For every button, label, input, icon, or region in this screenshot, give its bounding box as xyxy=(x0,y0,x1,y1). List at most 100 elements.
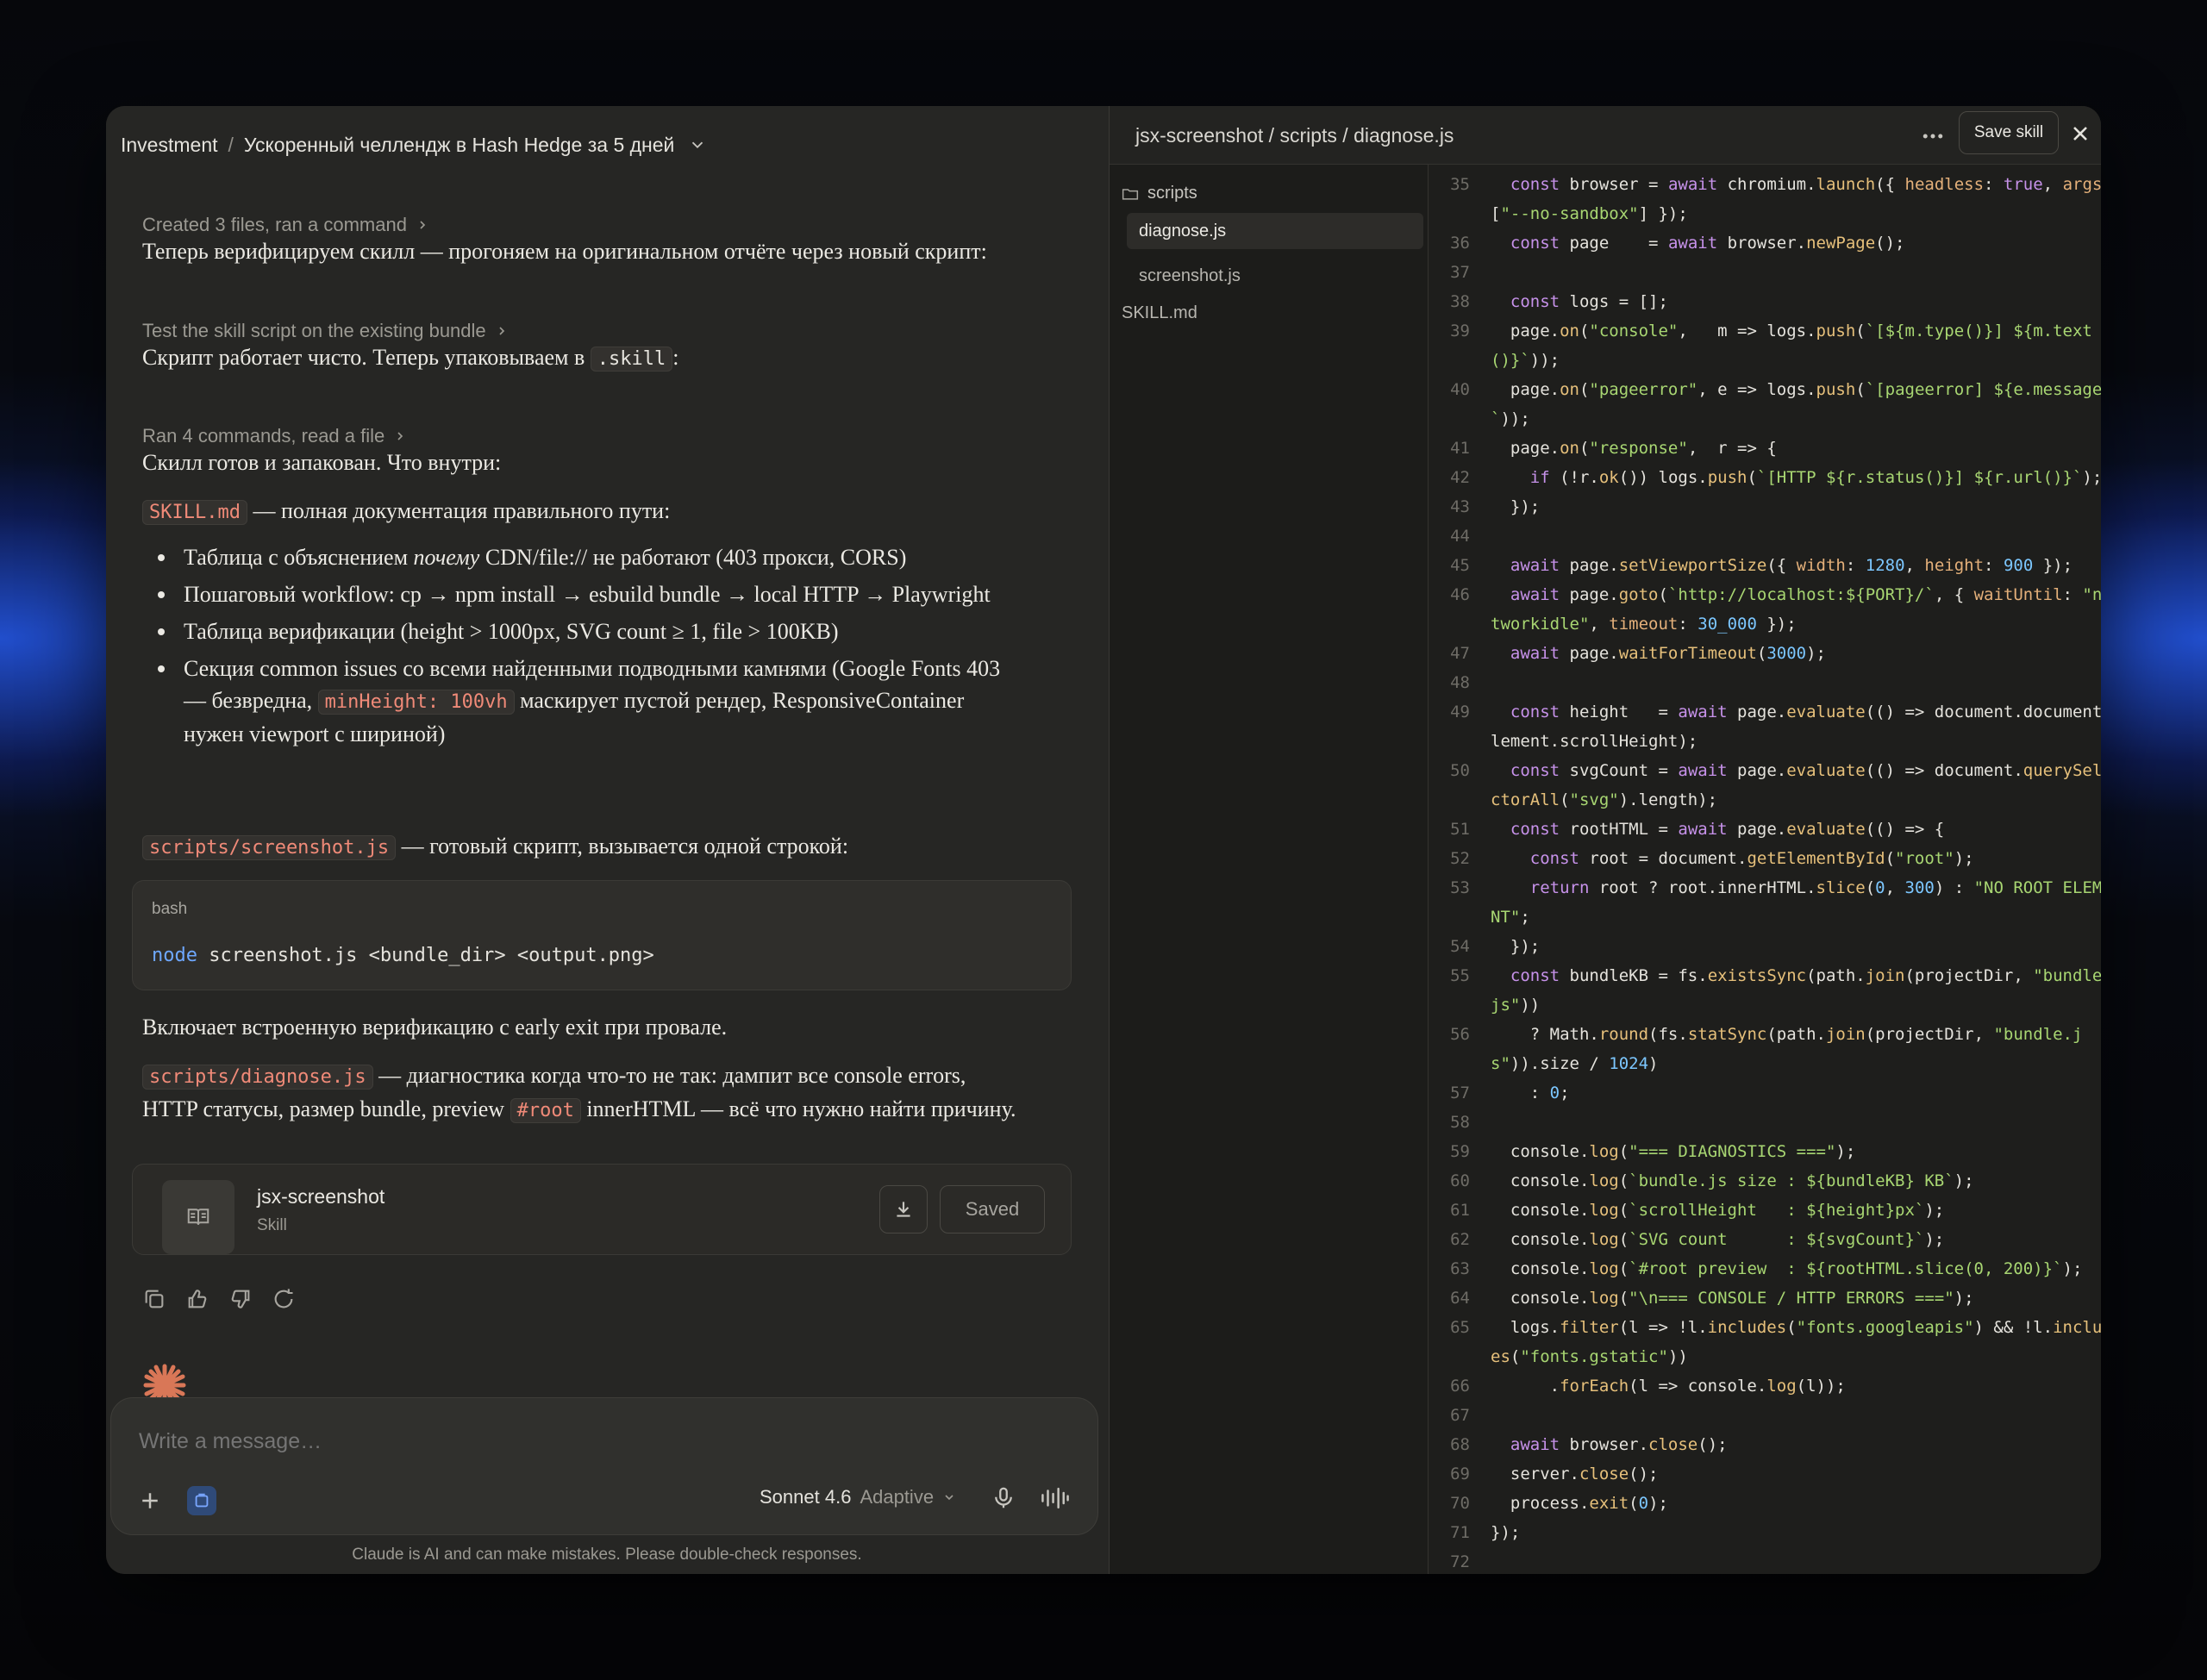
code-language: bash xyxy=(152,900,188,918)
code-text: console.log(`SVG count : ${svgCount}`); xyxy=(1491,1230,1945,1249)
thumbs-up-icon[interactable] xyxy=(185,1287,209,1311)
code-text: const rootHTML = await page.evaluate(() … xyxy=(1510,820,1945,839)
code-text: const browser = await chromium.launch({ … xyxy=(1510,175,2101,194)
mic-icon[interactable] xyxy=(991,1485,1016,1511)
code-line: 55 const bundleKB = fs.existsSync(path.j… xyxy=(1429,961,2101,990)
message-text: Скилл готов и запакован. Что внутри: xyxy=(142,450,502,475)
code-line: 53 return root ? root.innerHTML.slice(0,… xyxy=(1429,873,2101,902)
code-line: 35 const browser = await chromium.launch… xyxy=(1429,170,2101,199)
line-number: 46 xyxy=(1450,585,1470,604)
list-item-emphasis: почему xyxy=(413,545,480,570)
code-line: 36 const page = await browser.newPage(); xyxy=(1429,228,2101,258)
close-icon[interactable] xyxy=(2068,122,2092,146)
chevron-right-icon xyxy=(397,432,403,440)
chevron-down-icon[interactable] xyxy=(688,135,707,154)
file-tree: scripts diagnose.js screenshot.js SKILL.… xyxy=(1110,165,1429,1574)
code-text: ctorAll("svg").length); xyxy=(1491,790,1718,809)
download-button[interactable] xyxy=(879,1185,928,1233)
file-path: jsx-screenshot / scripts / diagnose.js xyxy=(1135,124,1454,147)
file-item-skill-md[interactable]: SKILL.md xyxy=(1122,303,1197,323)
code-editor[interactable]: 35 const browser = await chromium.launch… xyxy=(1429,165,2101,1574)
line-number: 64 xyxy=(1450,1289,1470,1308)
code-line: 68 await browser.close(); xyxy=(1429,1430,2101,1459)
project-button[interactable] xyxy=(187,1486,216,1515)
tool-step-2[interactable]: Test the skill script on the existing bu… xyxy=(142,320,509,342)
line-number: 50 xyxy=(1450,761,1470,780)
code-text: }); xyxy=(1491,497,1541,516)
code-line: 58 xyxy=(1429,1108,2101,1137)
file-viewer-pane: jsx-screenshot / scripts / diagnose.js S… xyxy=(1109,106,2101,1574)
folder-label: scripts xyxy=(1147,184,1197,203)
code-line: 45 await page.setViewportSize({ width: 1… xyxy=(1429,551,2101,580)
saved-button[interactable]: Saved xyxy=(940,1185,1045,1233)
code-line: 48 xyxy=(1429,668,2101,697)
retry-icon[interactable] xyxy=(272,1287,296,1311)
tool-step-3[interactable]: Ran 4 commands, read a file xyxy=(142,425,407,447)
code-text: await page.goto(`http://localhost:${PORT… xyxy=(1510,585,2101,604)
tool-step-1[interactable]: Created 3 files, ran a command xyxy=(142,214,429,236)
line-number: 39 xyxy=(1450,322,1470,340)
code-text: await page.setViewportSize({ width: 1280… xyxy=(1510,556,2073,575)
model-mode: Adaptive xyxy=(860,1486,935,1508)
plus-icon[interactable] xyxy=(137,1488,163,1514)
message-segment: — готовый скрипт, вызывается одной строк… xyxy=(396,834,849,859)
code-line: 67 xyxy=(1429,1401,2101,1430)
code-line: 52 const root = document.getElementById(… xyxy=(1429,844,2101,873)
code-text: tworkidle", timeout: 30_000 }); xyxy=(1491,615,1797,634)
code-text: const svgCount = await page.evaluate(() … xyxy=(1510,761,2101,780)
model-selector[interactable]: Sonnet 4.6 Adaptive xyxy=(760,1486,956,1508)
app-window: Investment / Ускоренный челлендж в Hash … xyxy=(106,106,2101,1574)
code-command: node screenshot.js <bundle_dir> <output.… xyxy=(152,945,654,966)
code-text: s")).size / 1024) xyxy=(1491,1054,1659,1073)
folder-scripts[interactable]: scripts xyxy=(1122,184,1197,203)
thumbs-down-icon[interactable] xyxy=(228,1287,253,1311)
line-number: 63 xyxy=(1450,1259,1470,1278)
line-number: 51 xyxy=(1450,820,1470,839)
line-number: 57 xyxy=(1450,1084,1470,1102)
code-text: await page.waitForTimeout(3000); xyxy=(1510,644,1826,663)
line-number: 55 xyxy=(1450,966,1470,985)
conversation-title[interactable]: Ускоренный челлендж в Hash Hedge за 5 дн… xyxy=(244,134,675,157)
breadcrumb-project[interactable]: Investment xyxy=(121,134,218,157)
message-segment: Скрипт работает чисто. Теперь упаковывае… xyxy=(142,345,591,370)
code-text: `)); xyxy=(1491,409,1530,428)
list-item-text: CDN/file:// не работают (403 прокси, COR… xyxy=(479,545,907,570)
line-number: 70 xyxy=(1450,1494,1470,1513)
code-line: 47 await page.waitForTimeout(3000); xyxy=(1429,639,2101,668)
inline-code: .skill xyxy=(590,347,673,372)
breadcrumb-separator: / xyxy=(228,133,234,156)
line-number: 42 xyxy=(1450,468,1470,487)
file-item-screenshot[interactable]: screenshot.js xyxy=(1139,266,1241,286)
code-line: 59 console.log("=== DIAGNOSTICS ==="); xyxy=(1429,1137,2101,1166)
tool-step-label: Ran 4 commands, read a file xyxy=(142,425,385,447)
code-line: 66 .forEach(l => console.log(l)); xyxy=(1429,1371,2101,1401)
line-number: 59 xyxy=(1450,1142,1470,1161)
message-text: Включает встроенную верификацию с early … xyxy=(142,1015,728,1040)
skill-artifact-card[interactable]: jsx-screenshot Skill Saved xyxy=(132,1164,1072,1255)
folder-icon xyxy=(1122,188,1139,200)
code-line: 70 process.exit(0); xyxy=(1429,1489,2101,1518)
chat-pane: Investment / Ускоренный челлендж в Hash … xyxy=(106,106,1108,1574)
copy-icon[interactable] xyxy=(142,1287,166,1311)
code-block[interactable]: bash node screenshot.js <bundle_dir> <ou… xyxy=(132,880,1072,990)
line-number: 48 xyxy=(1450,673,1470,692)
code-line: 50 const svgCount = await page.evaluate(… xyxy=(1429,756,2101,785)
code-text: const height = await page.evaluate(() =>… xyxy=(1510,703,2101,721)
code-text: console.log(`#root preview : ${rootHTML.… xyxy=(1491,1259,2083,1278)
message-input[interactable] xyxy=(139,1429,915,1454)
code-line: 56 ? Math.round(fs.statSync(path.join(pr… xyxy=(1429,1020,2101,1049)
voice-wave-icon[interactable] xyxy=(1041,1485,1070,1511)
file-item-diagnose[interactable]: diagnose.js xyxy=(1127,213,1423,249)
code-line: 44 xyxy=(1429,521,2101,551)
code-line: 64 console.log("\n=== CONSOLE / HTTP ERR… xyxy=(1429,1283,2101,1313)
code-line: 41 page.on("response", r => { xyxy=(1429,434,2101,463)
line-number: 62 xyxy=(1450,1230,1470,1249)
breadcrumb: Investment / Ускоренный челлендж в Hash … xyxy=(121,120,707,170)
code-line: tworkidle", timeout: 30_000 }); xyxy=(1429,609,2101,639)
line-number: 67 xyxy=(1450,1406,1470,1425)
more-icon[interactable] xyxy=(1920,123,1946,149)
message-composer: Sonnet 4.6 Adaptive xyxy=(110,1397,1098,1535)
code-text: process.exit(0); xyxy=(1491,1494,1668,1513)
save-skill-button[interactable]: Save skill xyxy=(1959,111,2059,154)
code-line: 57 : 0; xyxy=(1429,1078,2101,1108)
